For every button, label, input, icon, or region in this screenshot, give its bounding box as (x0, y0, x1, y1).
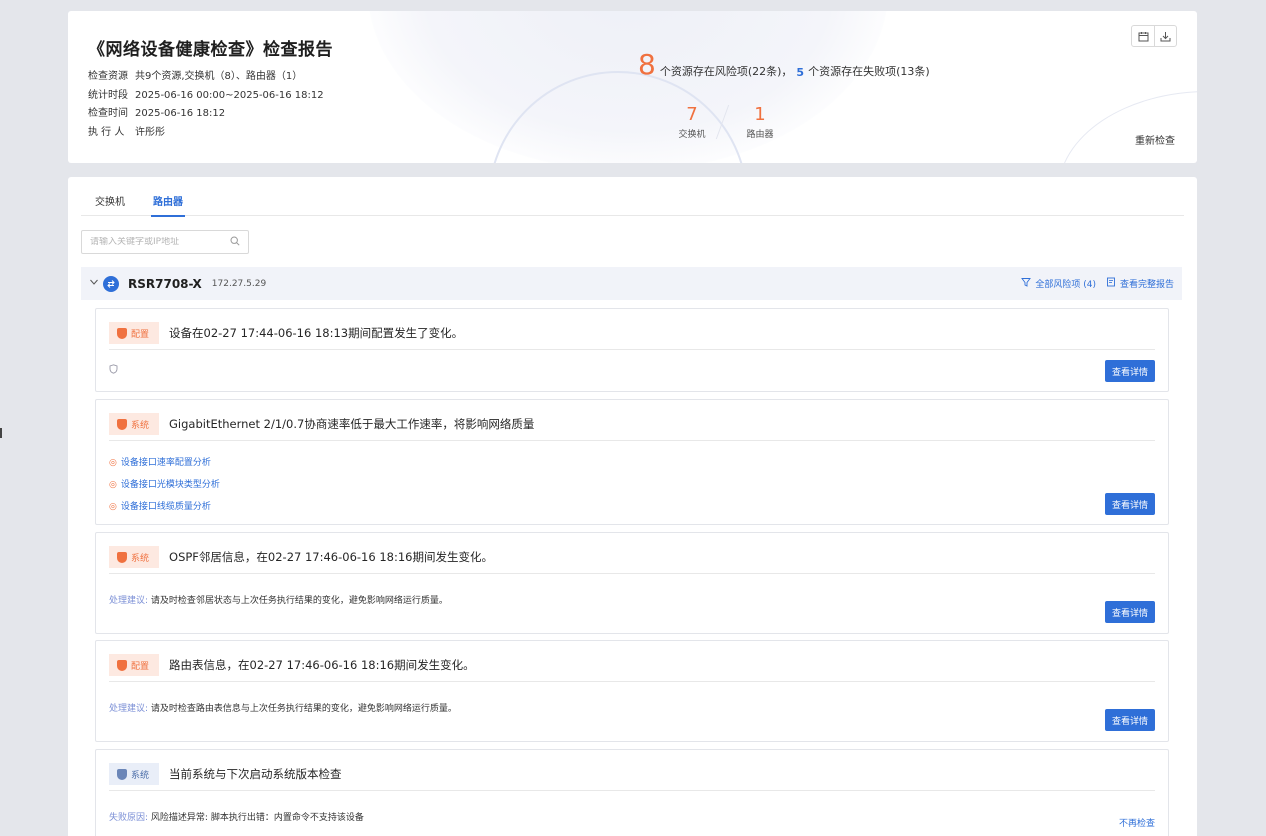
shield-icon (117, 768, 127, 780)
risk-text: 个资源存在风险项(22条)， (659, 65, 793, 78)
meta-executor: 执 行 人许彤彤 (88, 126, 165, 138)
shield-icon (117, 551, 127, 563)
shield-outline-icon: ◎ (109, 480, 117, 490)
advice-text: 处理建议: 请及时检查路由表信息与上次任务执行结果的变化，避免影响网络运行质量。 (109, 704, 457, 714)
view-detail-button[interactable]: 查看详情 (1104, 709, 1155, 731)
search-box (81, 230, 249, 254)
shield-icon (117, 327, 127, 339)
issue-title: GigabitEthernet 2/1/0.7协商速率低于最大工作速率，将影响网… (169, 417, 535, 431)
download-icon[interactable] (1154, 26, 1176, 46)
issue-title: 路由表信息，在02-27 17:46-06-16 18:16期间发生变化。 (169, 658, 475, 672)
issue-title: OSPF邻居信息，在02-27 17:46-06-16 18:16期间发生变化。 (169, 550, 493, 564)
report-title: 《网络设备健康检查》检查报告 (88, 40, 333, 60)
view-detail-button[interactable]: 查看详情 (1104, 493, 1155, 515)
header-actions (1131, 25, 1177, 47)
tab-router[interactable]: 路由器 (139, 177, 197, 217)
report-body: 交换机 路由器 RSR7708-X 172.27.5.29 全部风险项 (4) … (68, 177, 1197, 836)
issue-title: 当前系统与下次启动系统版本检查 (169, 767, 342, 781)
analysis-link-module[interactable]: ◎ 设备接口光模块类型分析 (109, 474, 220, 496)
fail-text: 个资源存在失败项(13条) (808, 65, 930, 78)
recheck-button[interactable]: 重新检查 (1135, 132, 1175, 147)
risk-summary: 8 个资源存在风险项(22条)， 5 个资源存在失败项(13条) (638, 48, 930, 81)
view-detail-button[interactable]: 查看详情 (1104, 360, 1155, 382)
shield-outline-icon: ◎ (109, 502, 117, 512)
filter-risk-button[interactable]: 全部风险项 (4) (1035, 277, 1096, 290)
device-header[interactable]: RSR7708-X 172.27.5.29 全部风险项 (4) 查看完整报告 (81, 267, 1182, 300)
analysis-link-speed[interactable]: ◎ 设备接口速率配置分析 (109, 452, 220, 474)
chevron-down-icon[interactable] (89, 277, 99, 290)
category-tag: 配置 (109, 654, 160, 676)
report-icon[interactable] (1106, 277, 1116, 290)
search-icon[interactable] (230, 235, 240, 249)
risk-count: 8 (638, 48, 656, 81)
count-router[interactable]: 1 路由器 (726, 105, 794, 141)
count-switch[interactable]: 7 交换机 (658, 105, 726, 141)
meta-resources: 检查资源 共9个资源,交换机（8）、路由器（1） (88, 71, 303, 82)
report-header: 《网络设备健康检查》检查报告 检查资源 共9个资源,交换机（8）、路由器（1） 统… (68, 11, 1197, 163)
failure-reason-text: 失败原因: 风险描述异常: 脚本执行出错：内置命令不支持该设备 (109, 813, 364, 823)
fail-count: 5 (796, 66, 805, 79)
shield-outline-icon: ◎ (109, 458, 117, 468)
category-tag: 系统 (109, 763, 160, 785)
view-detail-button[interactable]: 查看详情 (1104, 601, 1155, 623)
category-tag: 系统 (109, 413, 160, 435)
calendar-icon[interactable] (1132, 26, 1154, 46)
skip-check-button[interactable]: 不再检查 (1119, 816, 1155, 829)
tab-switch[interactable]: 交换机 (81, 177, 139, 216)
filter-icon[interactable] (1021, 277, 1032, 290)
advice-text: 处理建议: 请及时检查邻居状态与上次任务执行结果的变化，避免影响网络运行质量。 (109, 596, 448, 606)
issue-card: 配置 路由表信息，在02-27 17:46-06-16 18:16期间发生变化。… (95, 640, 1169, 742)
device-name: RSR7708-X (128, 276, 202, 291)
issue-card: 系统 当前系统与下次启动系统版本检查 失败原因: 风险描述异常: 脚本执行出错：… (95, 749, 1169, 836)
issue-card: 配置 设备在02-27 17:44-06-16 18:13期间配置发生了变化。 … (95, 308, 1169, 392)
shield-icon (117, 418, 127, 430)
issue-card: 系统 GigabitEthernet 2/1/0.7协商速率低于最大工作速率，将… (95, 399, 1169, 525)
device-ip: 172.27.5.29 (211, 278, 267, 289)
issue-title: 设备在02-27 17:44-06-16 18:13期间配置发生了变化。 (169, 326, 464, 340)
resource-counts: 7 交换机 1 路由器 (658, 105, 794, 141)
search-input[interactable] (90, 237, 220, 247)
issue-card: 系统 OSPF邻居信息，在02-27 17:46-06-16 18:16期间发生… (95, 532, 1169, 634)
meta-check-time: 检查时间 2025-06-16 18:12 (88, 108, 226, 119)
meta-period: 统计时段 2025-06-16 00:00~2025-06-16 18:12 (88, 89, 324, 101)
category-tag: 配置 (109, 322, 160, 344)
device-actions: 全部风险项 (4) 查看完整报告 (1017, 277, 1174, 290)
shield-icon (117, 659, 127, 671)
router-icon (103, 275, 119, 292)
analysis-link-cable[interactable]: ◎ 设备接口线缆质量分析 (109, 496, 220, 518)
view-full-report-link[interactable]: 查看完整报告 (1120, 277, 1174, 290)
category-tag: 系统 (109, 546, 160, 568)
shield-outline-icon (109, 364, 118, 377)
report-meta: 检查资源 共9个资源,交换机（8）、路由器（1） 统计时段 2025-06-16 0… (88, 68, 324, 142)
edge-marker (0, 428, 4, 438)
device-type-tabs: 交换机 路由器 (81, 177, 1184, 217)
